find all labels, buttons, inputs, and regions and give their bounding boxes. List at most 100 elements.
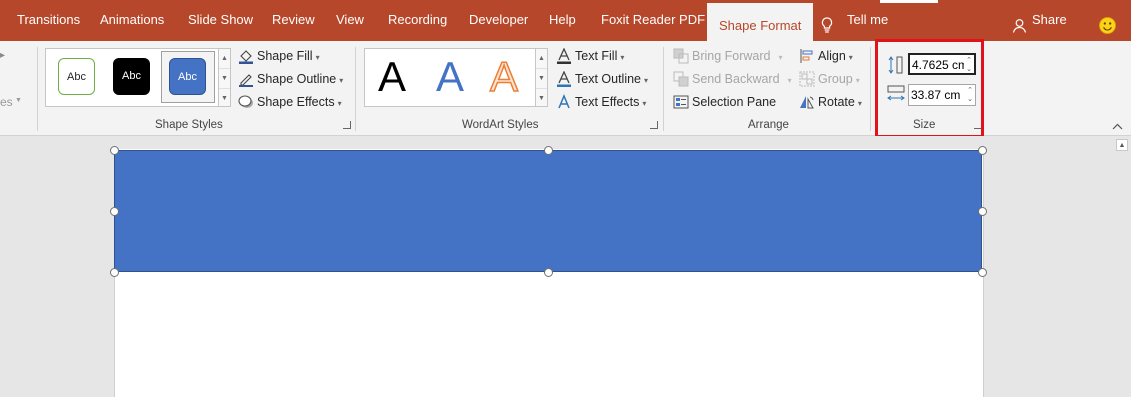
collapse-ribbon-icon[interactable]: [1112, 119, 1123, 134]
shape-style-blue[interactable]: Abc: [169, 58, 206, 95]
group-divider: [355, 47, 356, 131]
size-group-highlight: [875, 39, 984, 138]
cut-off-left-label[interactable]: es: [0, 95, 13, 109]
dialog-launcher-icon[interactable]: [343, 121, 351, 129]
scroll-up-icon[interactable]: ▲: [536, 49, 547, 69]
bring-forward-button[interactable]: Bring Forward ▾: [673, 46, 783, 66]
tab-help[interactable]: Help: [549, 12, 576, 27]
cut-off-left-icon[interactable]: ▸: [0, 50, 5, 61]
wordart-group-label: WordArt Styles: [462, 119, 539, 131]
vertical-scrollbar[interactable]: ▲: [1113, 136, 1131, 397]
tab-animations[interactable]: Animations: [100, 12, 164, 27]
group-icon: [799, 71, 815, 87]
send-backward-label: Send Backward: [692, 72, 780, 86]
title-notch: [880, 0, 938, 3]
wordart-style-blue[interactable]: A: [436, 51, 464, 103]
tell-me-search[interactable]: Tell me: [847, 12, 888, 27]
tab-shape-format[interactable]: Shape Format: [707, 3, 814, 41]
send-backward-icon: [673, 71, 689, 87]
scroll-up-icon[interactable]: ▲: [1116, 139, 1128, 151]
more-icon[interactable]: ▼: [219, 89, 230, 108]
group-button[interactable]: Group ▾: [799, 69, 860, 89]
wordart-style-orange-outline[interactable]: A: [489, 51, 519, 103]
align-icon: [799, 48, 815, 64]
tab-transitions[interactable]: Transitions: [17, 12, 80, 27]
chevron-down-icon: ▾: [848, 53, 853, 62]
wordart-scroll[interactable]: ▲ ▼ ▼: [535, 48, 548, 107]
text-effects-icon: [556, 93, 572, 110]
chevron-down-icon: ▾: [778, 53, 783, 62]
rotate-icon: [799, 94, 815, 110]
share-button[interactable]: Share: [1032, 12, 1067, 27]
more-icon[interactable]: ▼: [536, 89, 547, 108]
resize-handle-bottom-left[interactable]: [110, 268, 119, 277]
align-label: Align: [818, 49, 846, 63]
resize-handle-bottom-right[interactable]: [978, 268, 987, 277]
bring-forward-label: Bring Forward: [692, 49, 771, 63]
tab-slide-show[interactable]: Slide Show: [188, 12, 253, 27]
text-fill-icon: [556, 47, 572, 64]
shape-style-white[interactable]: Abc: [58, 58, 95, 95]
shape-fill-label: Shape Fill: [257, 49, 313, 63]
paint-bucket-icon: [238, 48, 254, 64]
lightbulb-icon[interactable]: [821, 17, 833, 36]
text-outline-button[interactable]: Text Outline ▾: [556, 69, 648, 89]
text-fill-label: Text Fill: [575, 49, 618, 63]
chevron-down-icon: ▾: [787, 76, 792, 85]
resize-handle-top[interactable]: [544, 146, 553, 155]
shape-fill-button[interactable]: Shape Fill ▾: [238, 46, 320, 66]
tab-review[interactable]: Review: [272, 12, 315, 27]
selection-pane-label: Selection Pane: [692, 95, 777, 109]
shape-effects-button[interactable]: Shape Effects ▾: [238, 92, 342, 112]
shape-styles-scroll[interactable]: ▲ ▼ ▼: [218, 48, 231, 107]
ribbon-tab-bar: Transitions Animations Slide Show Review…: [0, 0, 1131, 41]
scroll-up-icon[interactable]: ▲: [219, 49, 230, 69]
text-effects-button[interactable]: Text Effects ▾: [556, 92, 646, 112]
rotate-button[interactable]: Rotate ▾: [799, 92, 862, 112]
shape-outline-label: Shape Outline: [257, 72, 337, 86]
resize-handle-top-right[interactable]: [978, 146, 987, 155]
resize-handle-right[interactable]: [978, 207, 987, 216]
pencil-icon: [238, 71, 254, 87]
rotate-label: Rotate: [818, 95, 855, 109]
resize-handle-bottom[interactable]: [544, 268, 553, 277]
bring-forward-icon: [673, 48, 689, 64]
chevron-down-icon: ▾: [620, 53, 625, 62]
cut-off-caret-icon: ▼: [15, 97, 22, 104]
arrange-group-label: Arrange: [748, 119, 789, 131]
selection-pane-button[interactable]: Selection Pane: [673, 92, 776, 112]
scroll-down-icon[interactable]: ▼: [219, 69, 230, 89]
text-outline-label: Text Outline: [575, 72, 642, 86]
person-icon[interactable]: [1012, 18, 1027, 36]
chevron-down-icon: ▾: [857, 99, 862, 108]
chevron-down-icon: ▾: [644, 76, 649, 85]
tab-foxit-reader-pdf[interactable]: Foxit Reader PDF: [601, 12, 705, 27]
align-button[interactable]: Align ▾: [799, 46, 853, 66]
chevron-down-icon: ▾: [315, 53, 320, 62]
scroll-down-icon[interactable]: ▼: [536, 69, 547, 89]
text-outline-icon: [556, 70, 572, 87]
text-effects-label: Text Effects: [575, 95, 640, 109]
tab-view[interactable]: View: [336, 12, 364, 27]
smiley-feedback-icon[interactable]: [1099, 17, 1116, 37]
tab-developer[interactable]: Developer: [469, 12, 528, 27]
chevron-down-icon: ▾: [337, 99, 342, 108]
resize-handle-top-left[interactable]: [110, 146, 119, 155]
chevron-down-icon: ▾: [855, 76, 860, 85]
group-divider: [37, 47, 38, 131]
group-divider: [663, 47, 664, 131]
dialog-launcher-icon[interactable]: [650, 121, 658, 129]
send-backward-button[interactable]: Send Backward ▾: [673, 69, 792, 89]
shape-effects-label: Shape Effects: [257, 95, 335, 109]
selected-rectangle-shape[interactable]: [114, 150, 982, 272]
shape-style-black[interactable]: Abc: [113, 58, 150, 95]
tab-recording[interactable]: Recording: [388, 12, 447, 27]
shape-styles-group-label: Shape Styles: [155, 119, 223, 131]
chevron-down-icon: ▾: [642, 99, 647, 108]
shape-outline-button[interactable]: Shape Outline ▾: [238, 69, 343, 89]
group-divider: [870, 47, 871, 131]
chevron-down-icon: ▾: [339, 76, 344, 85]
text-fill-button[interactable]: Text Fill ▾: [556, 46, 624, 66]
wordart-style-black[interactable]: A: [378, 51, 406, 103]
resize-handle-left[interactable]: [110, 207, 119, 216]
